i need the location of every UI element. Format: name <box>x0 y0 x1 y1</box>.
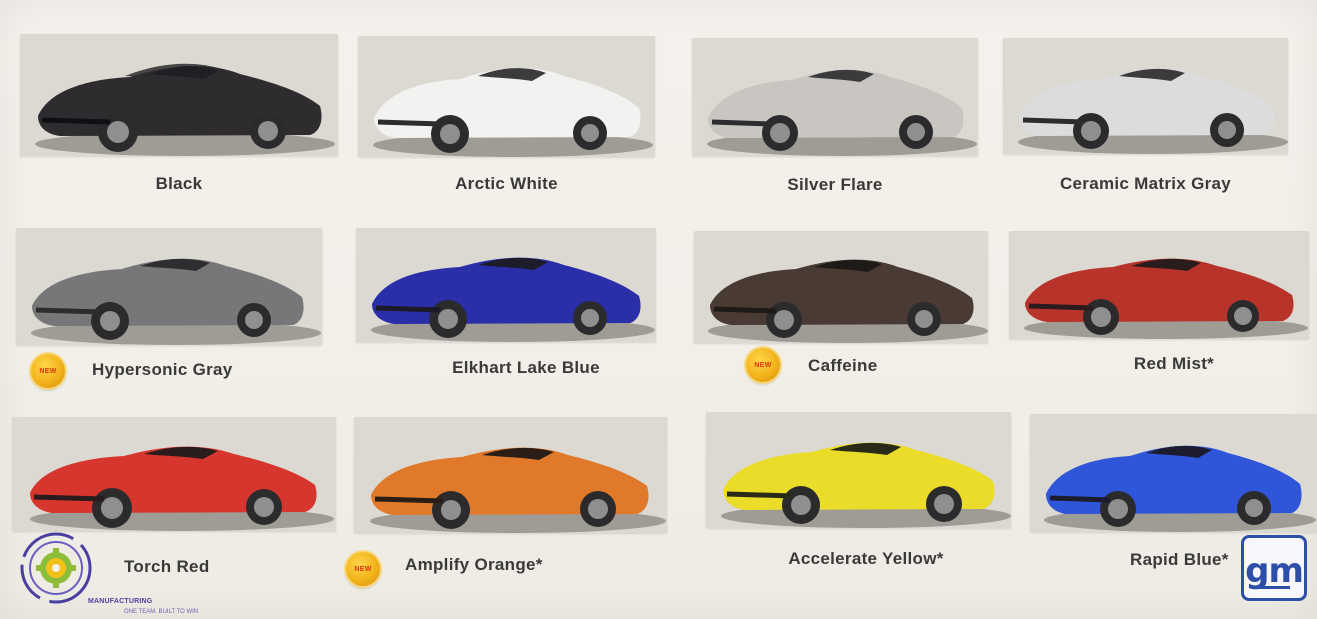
car-image-amplify-orange <box>354 417 667 533</box>
gm-logo-underline <box>1258 586 1290 589</box>
color-label: Accelerate Yellow* <box>788 549 944 568</box>
car-illustration <box>706 412 1011 528</box>
color-label: Torch Red <box>124 557 210 576</box>
car-illustration <box>20 34 338 156</box>
color-label: Rapid Blue* <box>1130 550 1229 569</box>
new-badge: NEW <box>346 552 380 586</box>
new-badge: NEW <box>31 354 65 388</box>
color-label: Ceramic Matrix Gray <box>1059 174 1232 193</box>
car-illustration <box>1009 231 1309 339</box>
car-illustration <box>16 228 322 345</box>
gm-logo-text: gm <box>1245 551 1304 591</box>
color-label: Amplify Orange* <box>405 555 543 574</box>
car-illustration <box>354 417 667 533</box>
car-illustration <box>1003 38 1288 154</box>
car-image-caffeine <box>694 231 988 343</box>
car-illustration <box>692 38 978 156</box>
manufacturing-logo-subtext: ONE TEAM. BUILT TO WIN <box>124 609 199 615</box>
new-badge: NEW <box>746 348 780 382</box>
new-badge-text: NEW <box>754 361 772 369</box>
new-badge-text: NEW <box>39 367 57 375</box>
car-image-black <box>20 34 338 156</box>
car-illustration <box>694 231 988 343</box>
car-illustration <box>358 36 655 157</box>
color-label: Black <box>155 174 203 193</box>
car-image-rapid-blue <box>1030 414 1317 532</box>
car-image-elkhart-lake-blue <box>356 228 656 342</box>
new-badge-text: NEW <box>354 565 372 573</box>
car-image-torch-red <box>12 417 336 531</box>
car-image-arctic-white <box>358 36 655 157</box>
car-image-hypersonic-gray <box>16 228 322 345</box>
color-label: Caffeine <box>808 356 878 375</box>
car-image-accelerate-yellow <box>706 412 1011 528</box>
car-image-ceramic-matrix-gray <box>1003 38 1288 154</box>
car-illustration <box>12 417 336 531</box>
color-label: Red Mist* <box>1133 354 1215 373</box>
manufacturing-logo <box>20 532 92 604</box>
car-image-silver-flare <box>692 38 978 156</box>
car-image-red-mist <box>1009 231 1309 339</box>
color-label: Elkhart Lake Blue <box>452 358 600 377</box>
color-label: Arctic White <box>455 174 558 193</box>
gm-logo: gm <box>1241 535 1307 601</box>
color-label: Silver Flare <box>787 175 883 194</box>
car-illustration <box>356 228 656 342</box>
car-illustration <box>1030 414 1317 532</box>
manufacturing-logo-text: MANUFACTURING <box>88 598 153 605</box>
color-label: Hypersonic Gray <box>92 360 233 379</box>
color-chart-slide: Black Arctic White Silver Flare Ceramic … <box>0 0 1317 619</box>
